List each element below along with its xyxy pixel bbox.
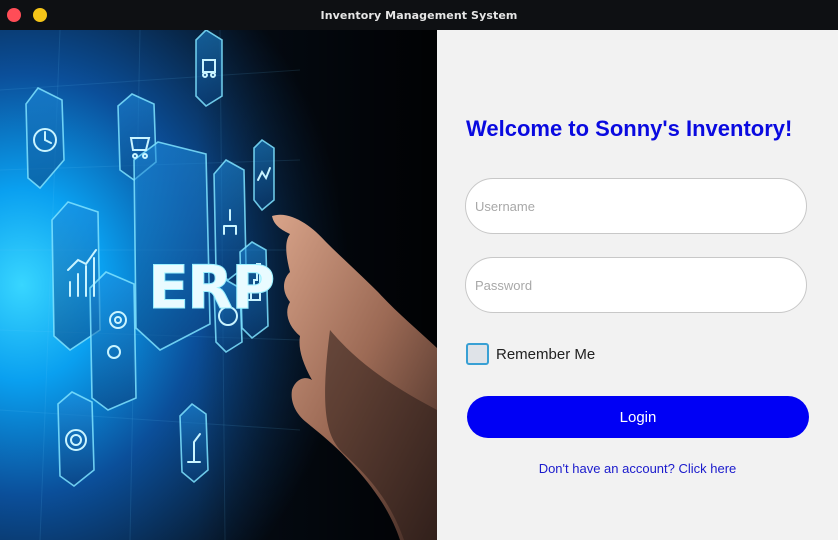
truck-hex-icon [195,30,223,108]
remember-me-label: Remember Me [496,345,596,363]
window-title: Inventory Management System [320,8,518,22]
signup-link[interactable]: Don't have an account? Click here [437,461,838,476]
username-input[interactable] [465,178,807,234]
close-window-button[interactable] [7,8,21,22]
gear-hex-icon [89,271,137,411]
login-panel: Welcome to Sonny's Inventory! Remember M… [437,30,838,540]
remember-me-row[interactable]: Remember Me [466,343,595,365]
erp-label: ERP [148,253,273,323]
title-bar: Inventory Management System [0,0,838,30]
password-input[interactable] [465,257,807,313]
erp-hero-image: ERP [0,30,437,540]
minimize-window-button[interactable] [33,8,47,22]
login-button[interactable]: Login [467,396,809,438]
welcome-heading: Welcome to Sonny's Inventory! [466,116,793,141]
target-hex-icon [57,391,95,488]
remember-me-checkbox[interactable] [466,343,489,365]
